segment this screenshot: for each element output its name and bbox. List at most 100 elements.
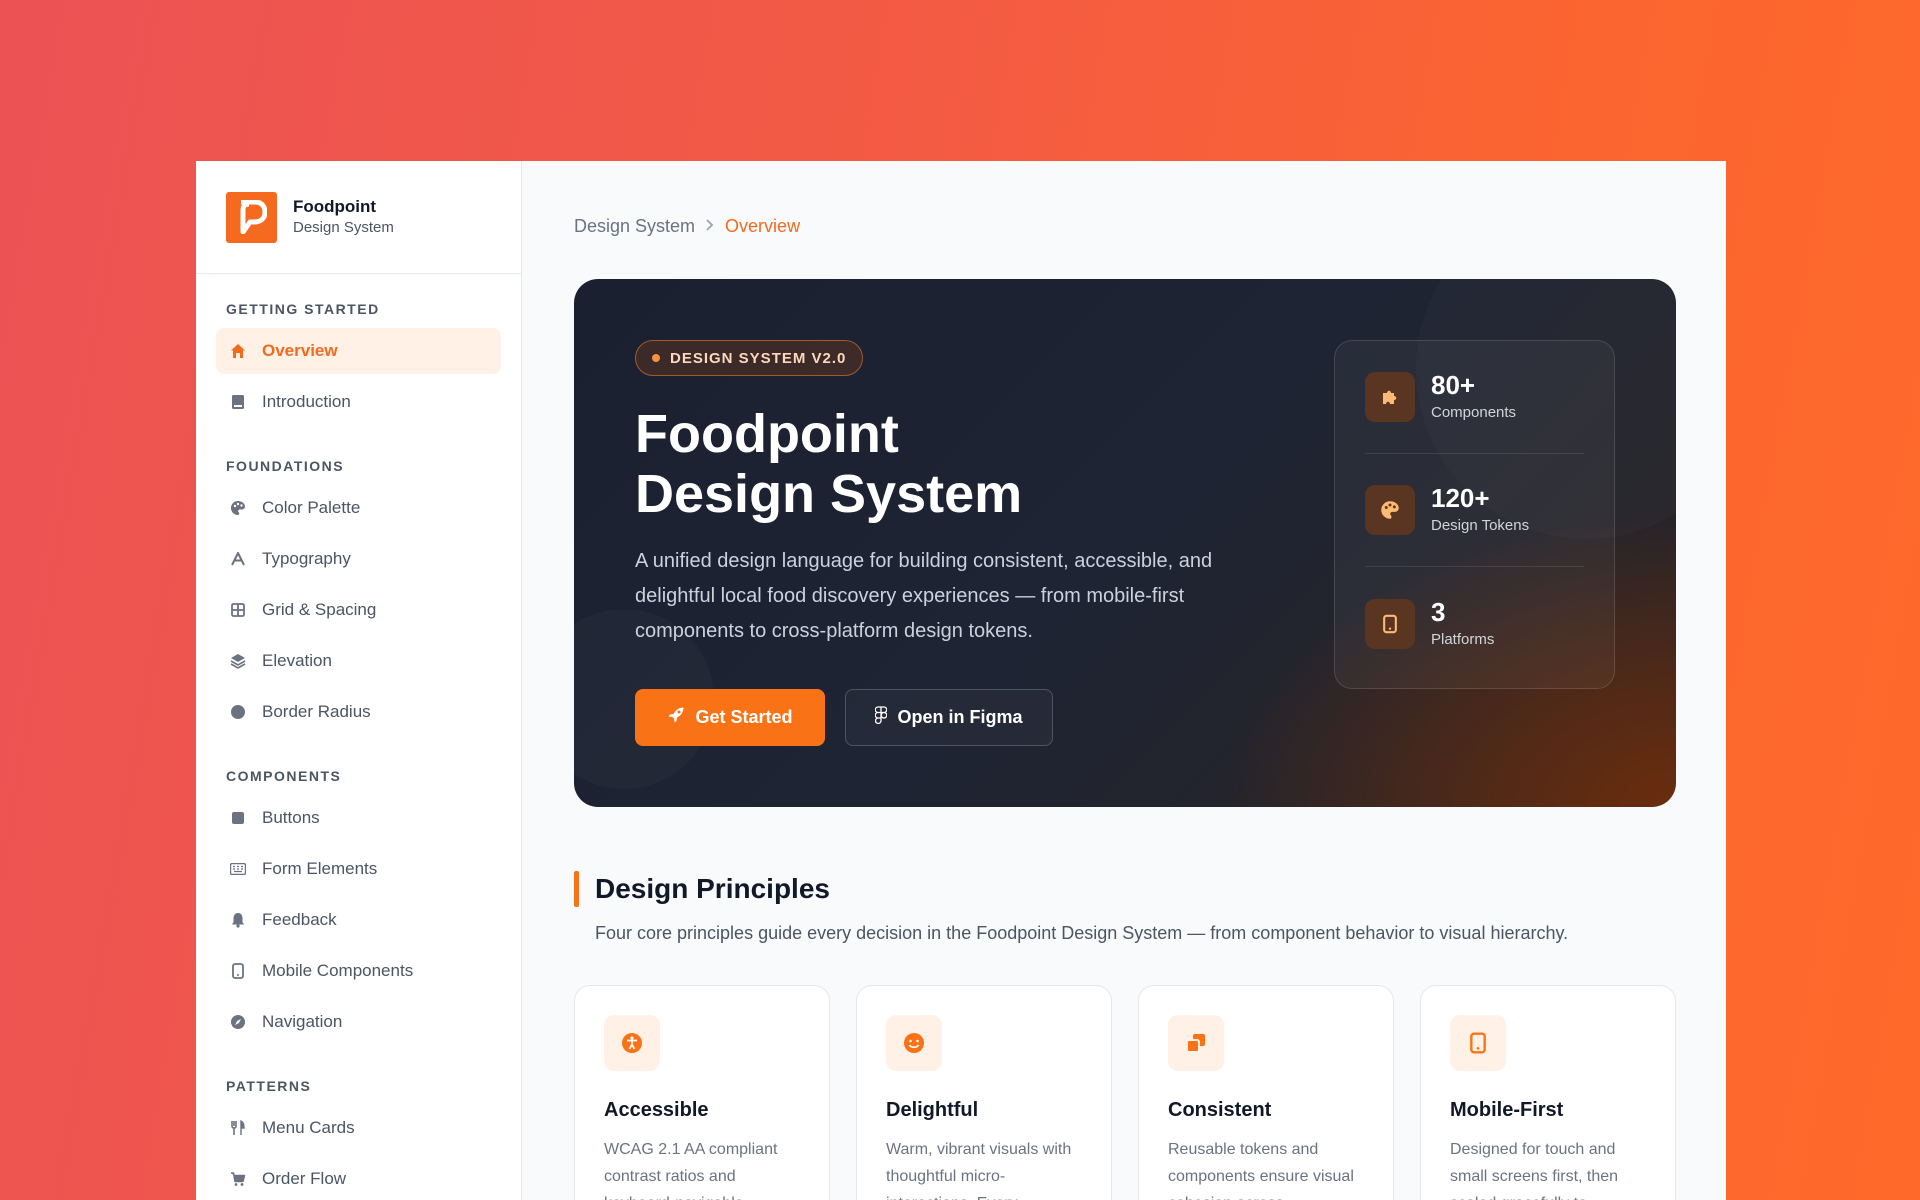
card-description: Designed for touch and small screens fir…: [1450, 1141, 1619, 1200]
stat-label: Components: [1431, 404, 1517, 421]
open-in-figma-button[interactable]: Open in Figma: [845, 689, 1053, 746]
sidebar-item-buttons[interactable]: Buttons: [216, 795, 501, 841]
hero-title: Foodpoint Design System: [635, 404, 1235, 524]
sidebar-item-feedback[interactable]: Feedback: [216, 897, 501, 943]
figma-icon: [875, 706, 888, 729]
badge-dot-icon: [652, 354, 660, 362]
stat-design-tokens: 120+ Design Tokens: [1365, 454, 1584, 567]
sidebar-item-mobile-components[interactable]: Mobile Components: [216, 948, 501, 994]
mobile-icon: [228, 961, 248, 981]
brand[interactable]: Foodpoint Design System: [196, 161, 521, 274]
rocket-icon: [667, 706, 685, 729]
sidebar-item-label: Mobile Components: [262, 961, 414, 980]
sidebar-item-grid-spacing[interactable]: Grid & Spacing: [216, 587, 501, 633]
get-started-label: Get Started: [695, 707, 793, 727]
stat-value: 120+: [1431, 483, 1490, 513]
principles-description: Four core principles guide every decisio…: [595, 923, 1569, 943]
palette-icon: [1365, 485, 1415, 535]
sidebar-item-color-palette[interactable]: Color Palette: [216, 485, 501, 531]
sidebar-item-label: Overview: [262, 341, 338, 360]
sidebar-item-order-flow[interactable]: Order Flow: [216, 1156, 501, 1200]
accessibility-icon: [604, 1015, 660, 1071]
principle-card-mobile-first[interactable]: Mobile-First Designed for touch and smal…: [1420, 985, 1676, 1200]
sidebar-item-menu-cards[interactable]: Menu Cards: [216, 1105, 501, 1151]
get-started-button[interactable]: Get Started: [635, 689, 825, 746]
nav-section-patterns: PATTERNS Menu Cards Order Flow: [216, 1073, 501, 1200]
nav-section-getting-started: GETTING STARTED Overview Introduction: [216, 296, 501, 425]
principles-heading: Design Principles: [574, 871, 830, 907]
clone-icon: [1168, 1015, 1224, 1071]
breadcrumb-current: Overview: [725, 216, 801, 236]
sidebar-item-navigation[interactable]: Navigation: [216, 999, 501, 1045]
font-icon: [228, 549, 248, 569]
stat-label: Design Tokens: [1431, 517, 1530, 534]
sidebar-item-label: Introduction: [262, 392, 351, 411]
card-title: Accessible: [604, 1099, 709, 1121]
stat-components: 80+ Components: [1365, 341, 1584, 454]
square-icon: [228, 808, 248, 828]
hero-banner: DESIGN SYSTEM V2.0 Foodpoint Design Syst…: [574, 279, 1676, 807]
main-content: Design System Overview DESIGN SYSTEM V2.…: [522, 161, 1726, 1200]
smile-icon: [886, 1015, 942, 1071]
sidebar-item-label: Navigation: [262, 1012, 343, 1031]
sidebar: Foodpoint Design System GETTING STARTED …: [196, 161, 522, 1200]
nav-section-components: COMPONENTS Buttons Form Elements Feedbac…: [216, 763, 501, 1045]
card-title: Mobile-First: [1450, 1099, 1564, 1121]
bell-icon: [228, 910, 248, 930]
utensils-icon: [228, 1118, 248, 1138]
sidebar-item-form-elements[interactable]: Form Elements: [216, 846, 501, 892]
chevron-right-icon: [705, 216, 715, 237]
palette-icon: [228, 498, 248, 518]
stat-value: 80+: [1431, 370, 1476, 400]
version-badge: DESIGN SYSTEM V2.0: [635, 340, 864, 376]
mobile-icon: [1450, 1015, 1506, 1071]
sidebar-item-label: Color Palette: [262, 498, 361, 517]
hero-title-line1: Foodpoint: [635, 404, 899, 464]
keyboard-icon: [228, 859, 248, 879]
sidebar-item-typography[interactable]: Typography: [216, 536, 501, 582]
hero-title-line2: Design System: [635, 464, 1023, 524]
card-description: WCAG 2.1 AA compliant contrast ratios an…: [604, 1141, 778, 1200]
sidebar-item-label: Typography: [262, 549, 351, 568]
grid-icon: [228, 600, 248, 620]
principle-card-delightful[interactable]: Delightful Warm, vibrant visuals with th…: [856, 985, 1112, 1200]
layers-icon: [228, 651, 248, 671]
tablet-icon: [1365, 598, 1415, 649]
principles-cards: Accessible WCAG 2.1 AA compliant contras…: [574, 985, 1676, 1200]
sidebar-item-elevation[interactable]: Elevation: [216, 638, 501, 684]
nav-section-foundations: FOUNDATIONS Color Palette Typography Gri…: [216, 453, 501, 735]
hero-description: A unified design language for building c…: [635, 550, 1213, 642]
card-title: Delightful: [886, 1099, 979, 1121]
stat-platforms: 3 Platforms: [1365, 567, 1584, 680]
sidebar-item-label: Buttons: [262, 808, 320, 827]
book-icon: [228, 392, 248, 412]
stat-label: Platforms: [1431, 630, 1495, 648]
version-badge-label: DESIGN SYSTEM V2.0: [670, 349, 847, 367]
section-accent-bar: [574, 871, 579, 907]
nav-heading: PATTERNS: [226, 1078, 312, 1094]
app-window: Foodpoint Design System GETTING STARTED …: [196, 161, 1726, 1200]
stat-value: 3: [1431, 596, 1446, 627]
principle-card-accessible[interactable]: Accessible WCAG 2.1 AA compliant contras…: [574, 985, 830, 1200]
sidebar-item-label: Feedback: [262, 910, 337, 929]
nav-heading: FOUNDATIONS: [226, 458, 345, 474]
brand-subtitle: Design System: [293, 219, 394, 236]
cart-icon: [228, 1169, 248, 1189]
sidebar-item-label: Grid & Spacing: [262, 600, 377, 619]
sidebar-item-border-radius[interactable]: Border Radius: [216, 689, 501, 735]
card-description: Reusable tokens and components ensure vi…: [1168, 1141, 1354, 1200]
principles-title: Design Principles: [595, 873, 830, 904]
sidebar-item-overview[interactable]: Overview: [216, 328, 501, 374]
open-in-figma-label: Open in Figma: [897, 707, 1023, 727]
sidebar-item-label: Menu Cards: [262, 1118, 355, 1137]
brand-logo: [226, 191, 277, 243]
sidebar-item-label: Elevation: [262, 651, 332, 670]
sidebar-item-label: Order Flow: [262, 1169, 347, 1188]
nav-heading: GETTING STARTED: [226, 301, 380, 317]
principle-card-consistent[interactable]: Consistent Reusable tokens and component…: [1138, 985, 1394, 1200]
breadcrumb-root[interactable]: Design System: [574, 216, 695, 237]
puzzle-icon: [1365, 372, 1415, 422]
stats-panel: 80+ Components 120+ Design Tokens 3 Plat…: [1334, 340, 1615, 689]
brand-name: Foodpoint: [293, 197, 377, 216]
sidebar-item-introduction[interactable]: Introduction: [216, 379, 501, 425]
